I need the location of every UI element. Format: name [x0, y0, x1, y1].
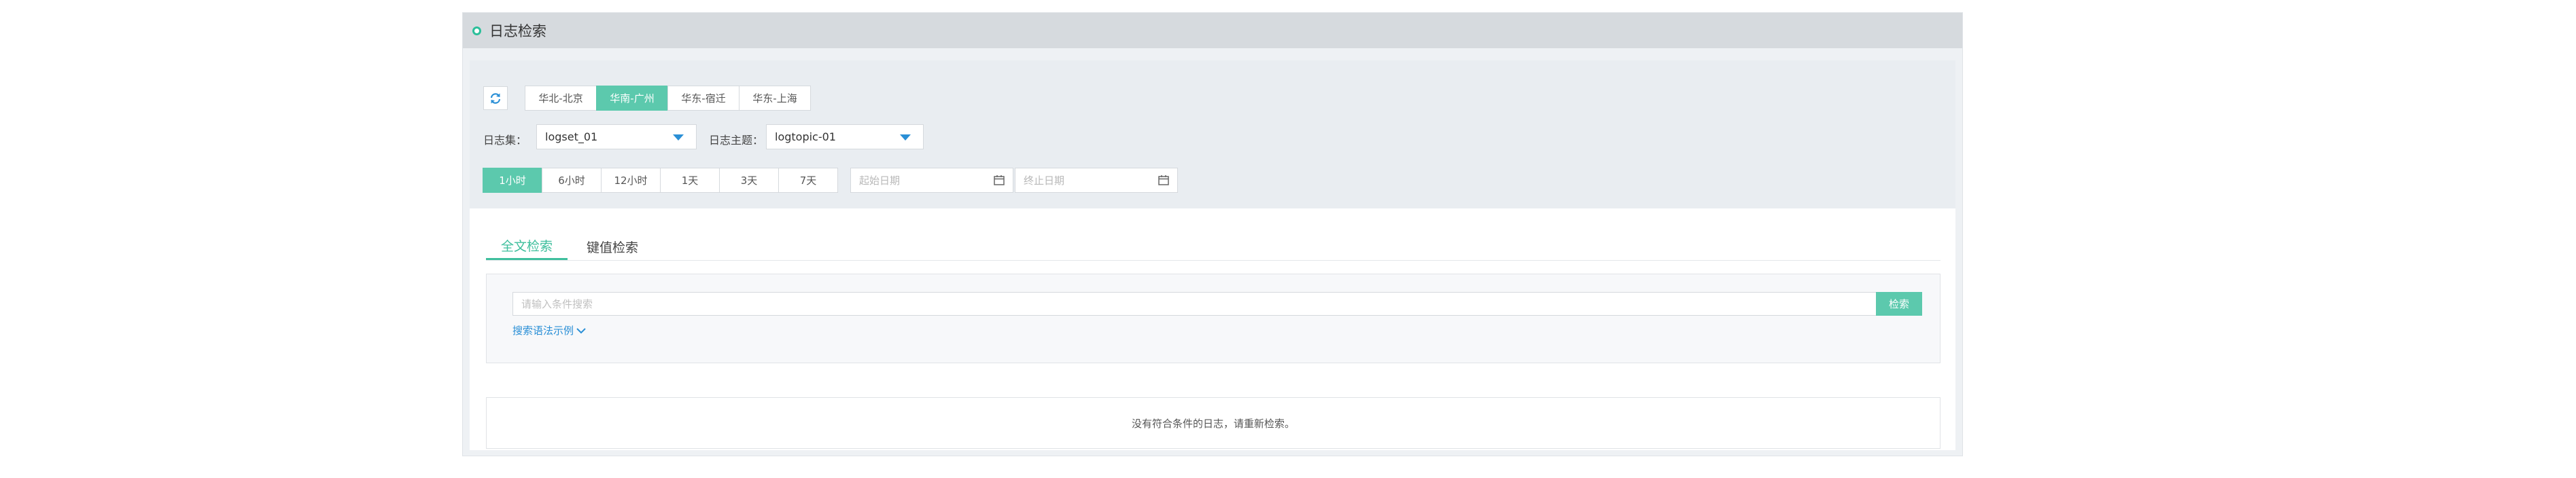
title-bar: 日志检索 [463, 13, 1962, 48]
region-tab-suqian[interactable]: 华东-宿迁 [667, 86, 739, 111]
syntax-example-label: 搜索语法示例 [512, 325, 574, 337]
time-tab-7d[interactable]: 7天 [778, 168, 838, 193]
time-tab-6h[interactable]: 6小时 [542, 168, 602, 193]
search-tabs: 全文检索 键值检索 [486, 233, 1940, 261]
tab-fulltext-search[interactable]: 全文检索 [486, 233, 568, 260]
chevron-down-icon [673, 134, 684, 141]
logtopic-select[interactable]: logtopic-01 [766, 124, 924, 149]
syntax-example-link[interactable]: 搜索语法示例 [512, 323, 586, 337]
result-area: 没有符合条件的日志，请重新检索。 [486, 397, 1940, 449]
filter-area: 华北-北京 华南-广州 华东-宿迁 华东-上海 日志集： logset_01 日… [470, 60, 1955, 208]
time-tab-3d[interactable]: 3天 [719, 168, 779, 193]
logset-label: 日志集： [483, 134, 527, 147]
search-box: 检索 搜索语法示例 [486, 274, 1940, 363]
log-search-panel: 日志检索 华北-北京 华南-广州 华东-宿迁 华东-上海 日志集： logset… [462, 12, 1963, 456]
time-tab-1h[interactable]: 1小时 [483, 168, 542, 193]
page-title: 日志检索 [489, 23, 546, 39]
end-date-placeholder: 终止日期 [1024, 174, 1065, 187]
search-input[interactable] [512, 292, 1876, 316]
calendar-icon [994, 175, 1005, 185]
empty-result-message: 没有符合条件的日志，请重新检索。 [1131, 417, 1295, 430]
region-tab-guangzhou[interactable]: 华南-广州 [596, 86, 668, 111]
logtopic-label: 日志主题： [709, 134, 764, 147]
chevron-down-icon [576, 327, 586, 333]
chevron-down-icon [900, 134, 911, 141]
calendar-icon [1158, 175, 1169, 185]
end-date-input[interactable]: 终止日期 [1015, 168, 1178, 193]
start-date-input[interactable]: 起始日期 [850, 168, 1013, 193]
logtopic-value: logtopic-01 [775, 130, 836, 143]
search-content: 全文检索 键值检索 检索 搜索语法示例 没有符合条件的日志，请重新检索。 [470, 208, 1955, 450]
start-date-placeholder: 起始日期 [859, 174, 901, 187]
time-tab-1d[interactable]: 1天 [660, 168, 720, 193]
logset-select[interactable]: logset_01 [536, 124, 697, 149]
logset-value: logset_01 [545, 130, 598, 143]
region-tab-beijing[interactable]: 华北-北京 [525, 86, 597, 111]
refresh-button[interactable] [483, 86, 508, 110]
tab-keyvalue-search[interactable]: 键值检索 [572, 233, 653, 260]
title-dot-icon [472, 26, 481, 35]
region-tab-shanghai[interactable]: 华东-上海 [739, 86, 811, 111]
refresh-icon [490, 92, 501, 104]
time-range-tabs: 1小时 6小时 12小时 1天 3天 7天 [483, 168, 838, 193]
time-tab-12h[interactable]: 12小时 [601, 168, 661, 193]
region-tabs: 华北-北京 华南-广州 华东-宿迁 华东-上海 [525, 86, 811, 111]
search-button[interactable]: 检索 [1876, 292, 1922, 316]
